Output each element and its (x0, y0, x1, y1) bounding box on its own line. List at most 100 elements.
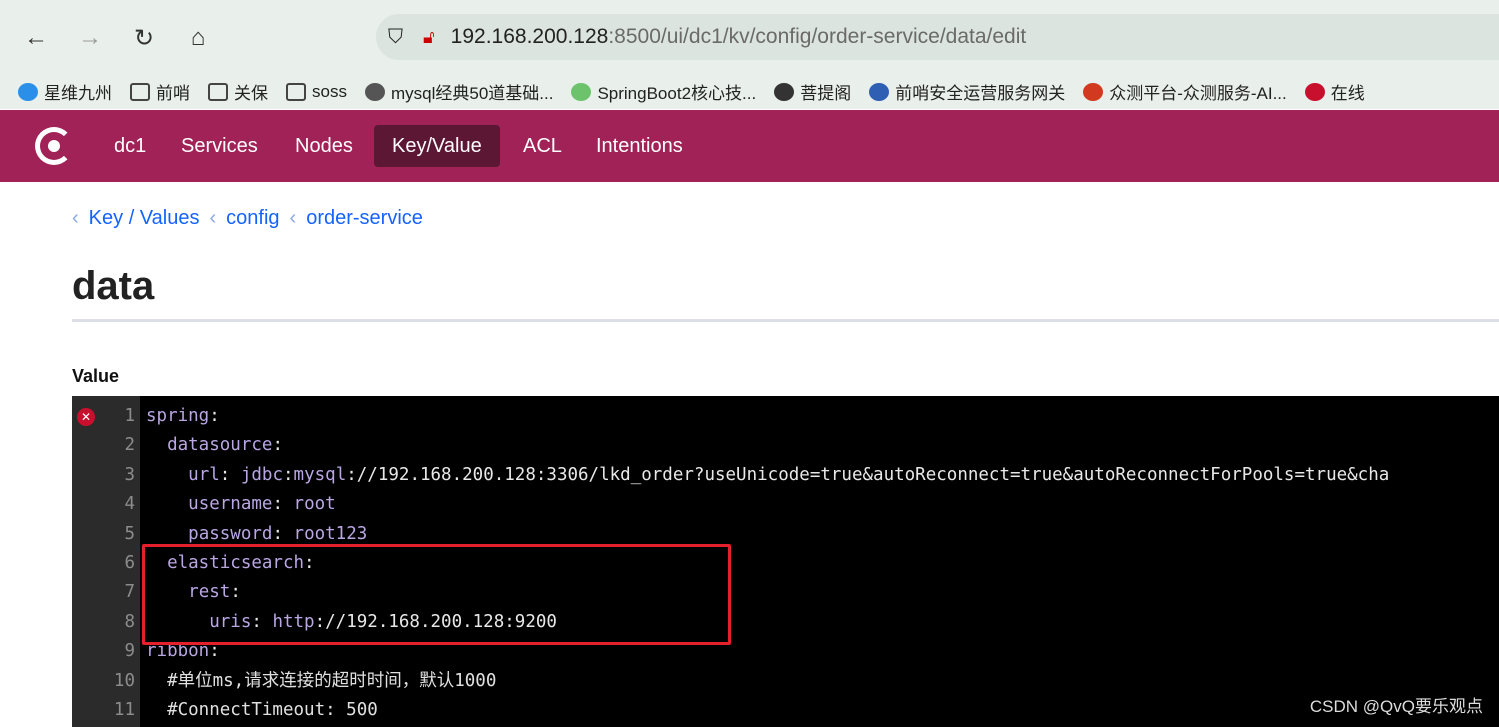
breadcrumb-link[interactable]: order-service (306, 207, 423, 230)
code-token: #单位ms,请求连接的超时时间，默认1000 (146, 670, 497, 691)
code-token: : (219, 464, 241, 485)
code-line: 11 #ConnectTimeout: 500 (72, 696, 1499, 725)
line-number: 11 (113, 700, 135, 720)
site-icon (1083, 82, 1104, 101)
site-icon (364, 82, 385, 101)
bookmark-label: SpringBoot2核心技... (597, 84, 757, 103)
bookmark-label: 众测平台-众测服务-AI... (1109, 84, 1287, 103)
forward-icon[interactable]: → (72, 20, 108, 56)
bookmark-label: 星维九州 (44, 84, 112, 103)
line-number: 8 (124, 611, 135, 632)
breadcrumb-link[interactable]: config (226, 207, 279, 230)
address-bar[interactable]: ⛉ 🔓︎ 192.168.200.128:8500/ui/dc1/kv/conf… (376, 14, 1499, 60)
line-number: 6 (124, 553, 135, 573)
code-line: 3 url: jdbc:mysql://192.168.200.128:3306… (72, 461, 1499, 490)
code-token: #ConnectTimeout: 500 (146, 700, 378, 720)
code-text: spring: (146, 402, 220, 431)
code-token: root (293, 494, 336, 515)
code-token: : (272, 494, 294, 515)
bookmark-label: 菩提阁 (800, 84, 852, 103)
folder-icon (286, 82, 306, 101)
highlight-box (142, 544, 731, 645)
code-line: 1 spring: (72, 402, 1499, 431)
code-text: #单位ms,请求连接的超时时间，默认1000 (146, 667, 496, 696)
code-token: ://192.168.200.128:3306/lkd_order?useUni… (346, 464, 1390, 485)
back-icon[interactable]: ← (18, 20, 54, 56)
nav-item-nodes[interactable]: Nodes (277, 125, 371, 167)
line-number: 1 (124, 406, 135, 426)
code-token: : (283, 464, 294, 485)
line-number: 3 (124, 464, 135, 485)
code-text: url: jdbc:mysql://192.168.200.128:3306/l… (146, 461, 1389, 490)
code-token: jdbc (240, 464, 283, 485)
page-title: data (72, 264, 155, 308)
value-label: Value (72, 366, 120, 386)
code-token: mysql (293, 464, 347, 485)
reload-icon[interactable]: ↻ (126, 20, 162, 56)
bookmark-item[interactable]: 菩提阁 (774, 79, 851, 104)
bookmark-label: 关保 (234, 84, 268, 103)
bookmark-item[interactable]: mysql经典50道基础... (364, 79, 554, 104)
browser-toolbar: ← → ↻ ⌂ ⛉ 🔓︎ 192.168.200.128:8500/ui/dc1… (0, 0, 1499, 76)
breadcrumb-link[interactable]: Key / Values (89, 207, 200, 230)
chevron-left-icon: ‹ (209, 207, 217, 229)
consul-logo-icon[interactable] (35, 127, 73, 165)
folder-icon (208, 82, 228, 101)
url-path: :8500/ui/dc1/kv/config/order-service/dat… (608, 25, 1027, 48)
line-number: 9 (124, 641, 135, 662)
code-line: 2 datasource: (72, 431, 1499, 460)
code-token: username (188, 494, 273, 515)
code-token: : (209, 406, 220, 426)
site-icon (1304, 82, 1325, 101)
bookmark-item[interactable]: SpringBoot2核心技... (571, 79, 756, 104)
bookmark-item[interactable]: 前哨安全运营服务网关 (869, 79, 1065, 104)
bookmark-label: mysql经典50道基础... (390, 84, 554, 103)
chevron-left-icon: ‹ (289, 207, 297, 229)
home-icon[interactable]: ⌂ (180, 20, 216, 56)
line-number: 5 (124, 523, 135, 544)
nav-item-key-value[interactable]: Key/Value (374, 125, 500, 167)
bookmark-label: 前哨 (156, 84, 190, 103)
bookmark-item[interactable]: 众测平台-众测服务-AI... (1083, 79, 1287, 104)
divider (72, 319, 1499, 322)
line-number: 10 (113, 670, 135, 691)
line-number: 7 (124, 582, 135, 603)
watermark: CSDN @QvQ要乐观点 (1309, 697, 1483, 716)
code-token: root123 (293, 523, 368, 544)
code-token: : (272, 523, 294, 544)
bookmark-label: 前哨安全运营服务网关 (895, 84, 1066, 103)
site-icon (869, 82, 890, 101)
code-text: #ConnectTimeout: 500 (146, 696, 378, 725)
nav-item-acl[interactable]: ACL (505, 125, 580, 167)
bookmark-item[interactable]: 前哨 (130, 79, 190, 104)
bookmark-label: soss (312, 81, 347, 101)
nav-item-intentions[interactable]: Intentions (578, 125, 701, 167)
bookmark-item[interactable]: 星维九州 (18, 79, 112, 104)
bookmark-label: 在线 (1330, 84, 1365, 103)
bookmark-item[interactable]: 在线 (1304, 79, 1365, 104)
line-number: 2 (124, 435, 135, 456)
globe-icon (18, 82, 38, 101)
site-icon (571, 82, 592, 101)
code-token: password (188, 523, 273, 544)
top-nav: dc1 Services Nodes Key/Value ACL Intentions (0, 110, 1499, 182)
line-number: 4 (124, 494, 135, 515)
chevron-left-icon: ‹ (72, 207, 79, 229)
shield-icon: ⛉ (388, 25, 403, 48)
code-token: : (272, 435, 283, 456)
bookmarks-bar: 星维九州 前哨 关保 soss mysql经典50道基础... SpringBoot2核心… (0, 74, 1499, 109)
breadcrumb: ‹ Key / Values ‹ config ‹ order-service (72, 207, 423, 230)
code-token: url (188, 464, 220, 485)
bookmark-item[interactable]: soss (286, 82, 347, 102)
bookmark-item[interactable]: 关保 (208, 79, 268, 104)
code-line: 10 #单位ms,请求连接的超时时间，默认1000 (72, 667, 1499, 696)
site-icon (774, 82, 795, 101)
nav-item-services[interactable]: Services (163, 125, 276, 167)
code-line: 4 username: root (72, 490, 1499, 519)
code-text: username: root (146, 490, 336, 519)
nav-item-dc1[interactable]: dc1 (96, 125, 164, 167)
insecure-lock-icon: 🔓︎ (423, 26, 435, 47)
